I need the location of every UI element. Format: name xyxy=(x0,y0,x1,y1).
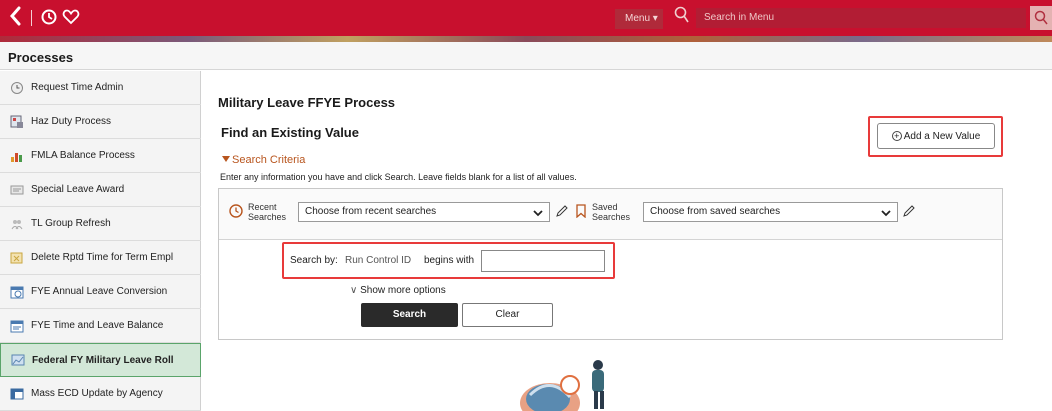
calendar-clock-icon xyxy=(10,285,24,299)
collapse-triangle-icon[interactable] xyxy=(222,156,230,162)
leave-roll-icon xyxy=(11,353,25,367)
find-existing-value-title: Find an Existing Value xyxy=(221,125,359,140)
search-criteria-toggle[interactable]: Search Criteria xyxy=(232,154,305,166)
group-refresh-icon xyxy=(10,217,24,231)
bookmark-icon xyxy=(575,204,587,221)
saved-searches-value: Choose from saved searches xyxy=(650,206,781,217)
add-new-value-label: Add a New Value xyxy=(903,130,981,142)
processes-header-bar xyxy=(0,42,1052,70)
add-new-value-button[interactable]: + Add a New Value xyxy=(877,123,995,149)
sidebar-item-label: Mass ECD Update by Agency xyxy=(31,388,163,399)
saved-label-line1: Saved xyxy=(592,202,618,212)
bar-chart-icon xyxy=(10,149,24,163)
menu-dropdown[interactable]: Menu ▾ xyxy=(615,9,663,29)
sidebar-item-label: Federal FY Military Leave Roll xyxy=(32,354,174,366)
sidebar-item-tl-group-refresh[interactable]: TL Group Refresh xyxy=(0,207,201,241)
edit-pencil-icon[interactable] xyxy=(555,204,569,221)
grid-document-icon xyxy=(10,115,24,129)
recent-label-line1: Recent xyxy=(248,202,277,212)
calendar-icon xyxy=(10,319,24,333)
sidebar-item-label: Delete Rptd Time for Term Empl xyxy=(31,252,174,263)
sidebar: Request Time Admin Haz Duty Process FMLA… xyxy=(0,71,201,411)
sidebar-item-fye-time-and-leave-balance[interactable]: FYE Time and Leave Balance xyxy=(0,309,201,343)
saved-searches-select[interactable]: Choose from saved searches xyxy=(643,202,898,222)
search-by-label: Search by: xyxy=(290,255,338,266)
operator-label: begins with xyxy=(424,255,475,266)
chevron-down-icon xyxy=(533,207,543,225)
sidebar-item-label: FYE Time and Leave Balance xyxy=(31,320,164,331)
edit-pencil-icon[interactable] xyxy=(902,204,916,221)
sidebar-item-federal-fy-military-leave-roll[interactable]: Federal FY Military Leave Roll xyxy=(0,343,201,377)
sidebar-item-haz-duty-process[interactable]: Haz Duty Process xyxy=(0,105,201,139)
clock-icon xyxy=(10,81,24,95)
recent-searches-value: Choose from recent searches xyxy=(305,206,437,217)
sidebar-item-label: FYE Annual Leave Conversion xyxy=(31,286,168,297)
sidebar-item-request-time-admin[interactable]: Request Time Admin xyxy=(0,71,201,105)
search-instructions: Enter any information you have and click… xyxy=(220,172,577,182)
show-more-options-label: Show more options xyxy=(360,285,446,296)
sidebar-item-mass-ecd-update[interactable]: Mass ECD Update by Agency xyxy=(0,377,201,411)
delete-time-icon xyxy=(10,251,24,265)
saved-searches-label: Saved Searches xyxy=(592,202,630,222)
search-icon[interactable] xyxy=(674,6,690,27)
sidebar-item-fye-annual-leave-conversion[interactable]: FYE Annual Leave Conversion xyxy=(0,275,201,309)
sidebar-item-special-leave-award[interactable]: Special Leave Award xyxy=(0,173,201,207)
processes-title: Processes xyxy=(8,50,74,65)
menu-search-button[interactable] xyxy=(1030,6,1052,30)
favorites-heart-icon[interactable] xyxy=(62,9,80,28)
panel-divider xyxy=(219,239,1002,240)
run-control-id-label: Run Control ID xyxy=(345,255,412,266)
window-icon xyxy=(10,387,24,401)
recent-history-icon xyxy=(228,203,244,222)
show-more-options-link[interactable]: ∨ Show more options xyxy=(350,285,446,296)
saved-label-line2: Searches xyxy=(592,212,631,222)
recent-searches-label: Recent Searches xyxy=(248,202,286,222)
sidebar-item-label: FMLA Balance Process xyxy=(31,150,135,161)
toolbar-divider xyxy=(31,10,32,26)
clear-button[interactable]: Clear xyxy=(462,303,553,327)
run-control-id-input[interactable] xyxy=(481,250,605,272)
history-icon[interactable] xyxy=(40,8,58,29)
recent-label-line2: Searches xyxy=(248,212,287,222)
chevron-down-icon xyxy=(881,207,891,225)
menu-label: Menu xyxy=(625,13,651,24)
page-title: Military Leave FFYE Process xyxy=(218,95,396,110)
plus-circle-icon: + xyxy=(891,131,902,141)
search-button[interactable]: Search xyxy=(361,303,458,327)
sidebar-item-delete-rptd-time[interactable]: Delete Rptd Time for Term Empl xyxy=(0,241,201,275)
sidebar-item-label: TL Group Refresh xyxy=(31,218,111,229)
chevron-down-icon: ∨ xyxy=(350,285,358,296)
menu-search-input[interactable]: Search in Menu xyxy=(696,8,1026,28)
award-document-icon xyxy=(10,183,24,197)
back-arrow-icon[interactable] xyxy=(8,3,24,29)
recent-searches-select[interactable]: Choose from recent searches xyxy=(298,202,550,222)
sidebar-item-label: Request Time Admin xyxy=(31,82,124,93)
sidebar-item-label: Haz Duty Process xyxy=(31,116,112,127)
caret-down-icon: ▾ xyxy=(652,13,658,24)
search-illustration xyxy=(510,355,620,411)
sidebar-item-label: Special Leave Award xyxy=(31,184,125,195)
sidebar-item-fmla-balance-process[interactable]: FMLA Balance Process xyxy=(0,139,201,173)
